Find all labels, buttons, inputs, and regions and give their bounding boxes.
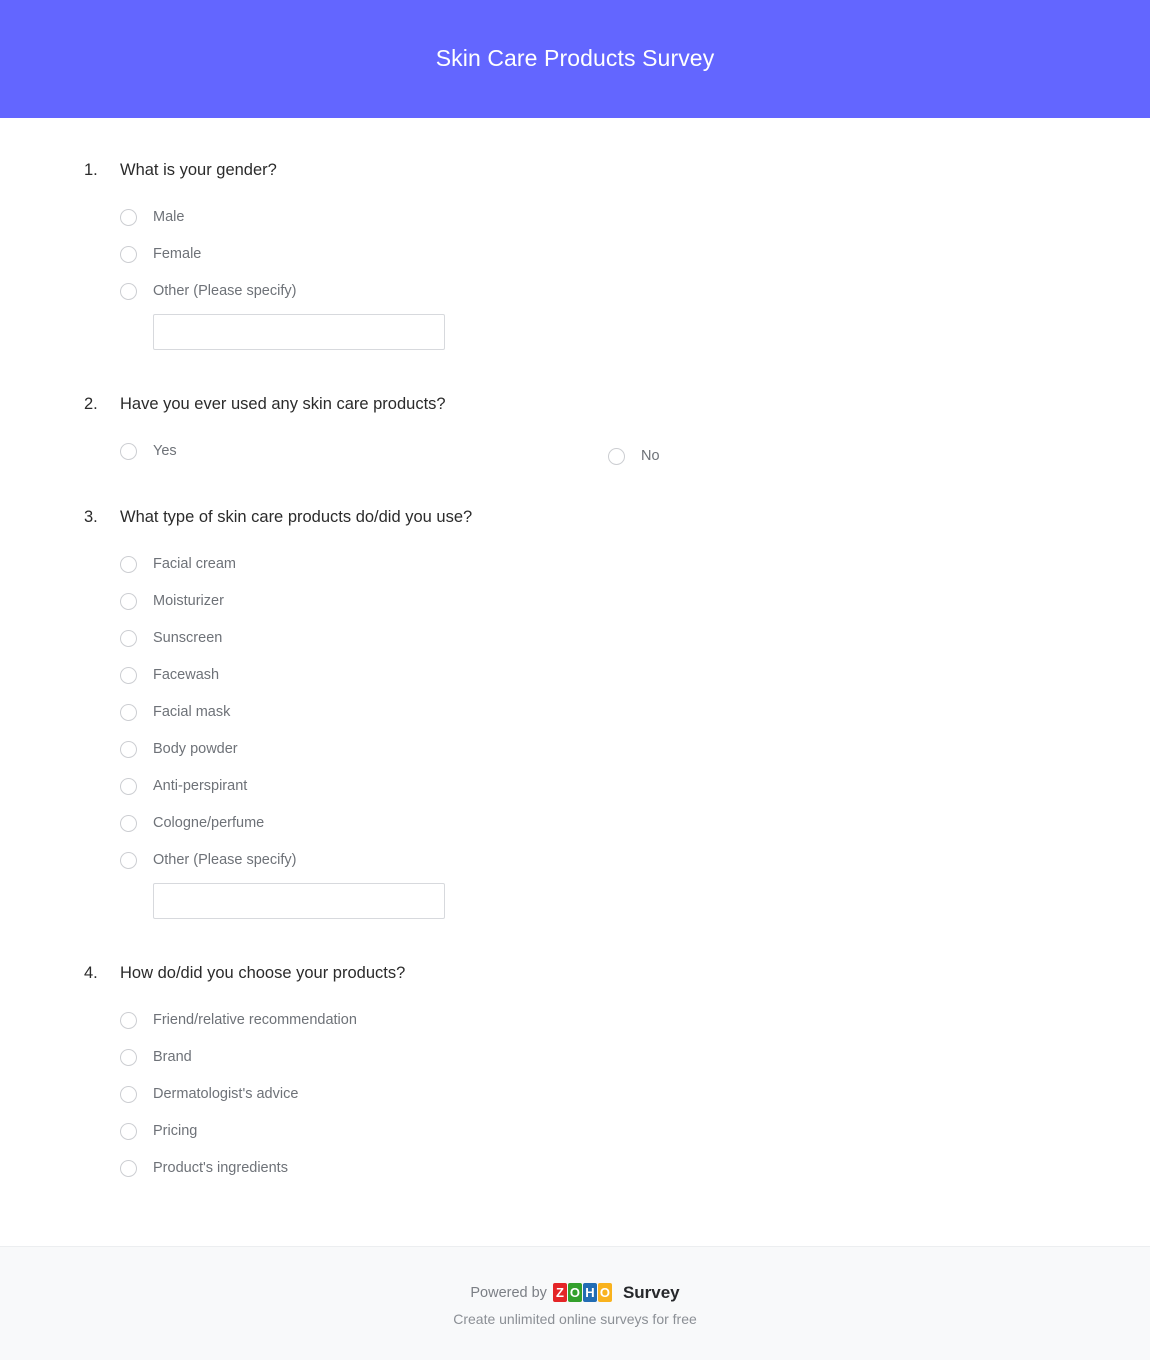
radio-option[interactable]: Facial mask (120, 698, 1150, 726)
radio-button-icon[interactable] (120, 740, 137, 758)
question-header: 2. Have you ever used any skin care produ… (84, 394, 1150, 415)
survey-title: Skin Care Products Survey (435, 45, 715, 72)
radio-option[interactable]: Anti-perspirant (120, 772, 1150, 800)
question-block: 2. Have you ever used any skin care produ… (0, 394, 1150, 474)
radio-option[interactable]: Dermatologist's advice (120, 1081, 1150, 1109)
question-block: 4. How do/did you choose your products? Fr… (0, 963, 1150, 1182)
radio-button-icon[interactable] (120, 777, 137, 795)
radio-option[interactable]: Facial cream (120, 550, 1150, 578)
radio-option[interactable]: Cologne/perfume (120, 809, 1150, 837)
question-block: 3. What type of skin care products do/did… (0, 507, 1150, 920)
radio-button-icon[interactable] (120, 443, 137, 461)
option-label: Brand (153, 1049, 192, 1066)
radio-option[interactable]: Pricing (120, 1118, 1150, 1146)
radio-button-icon[interactable] (120, 282, 137, 300)
radio-option[interactable]: Facewash (120, 661, 1150, 689)
option-label: Moisturizer (153, 592, 224, 609)
powered-by-row: Powered by ZOHO Survey (0, 1283, 1150, 1303)
question-number: 3. (84, 507, 98, 526)
option-label: Male (153, 209, 185, 226)
radio-option[interactable]: Friend/relative recommendation (120, 1007, 1150, 1035)
question-text: What type of skin care products do/did y… (120, 507, 473, 526)
powered-by-label: Powered by (470, 1284, 547, 1301)
option-label: No (641, 447, 660, 464)
question-block: 1. What is your gender? Male Female Other (P… (0, 160, 1150, 351)
survey-header-banner: Skin Care Products Survey (0, 0, 1150, 118)
radio-button-icon[interactable] (120, 555, 137, 573)
option-label: Facewash (153, 666, 220, 683)
radio-option[interactable]: Male (120, 203, 1150, 231)
zoho-letter-tile: Z (552, 1283, 567, 1303)
option-label: Cologne/perfume (153, 814, 265, 831)
radio-option[interactable]: Sunscreen (120, 624, 1150, 652)
radio-option[interactable]: Yes (120, 438, 608, 466)
radio-button-icon[interactable] (120, 666, 137, 684)
other-specify-input[interactable] (153, 883, 445, 920)
radio-button-icon[interactable] (608, 447, 625, 465)
option-label: Body powder (153, 740, 238, 757)
question-number: 4. (84, 964, 98, 983)
other-specify-input[interactable] (153, 314, 445, 351)
question-text: How do/did you choose your products? (120, 964, 406, 983)
question-number: 1. (84, 161, 98, 179)
radio-option[interactable]: Other (Please specify) (120, 846, 1150, 874)
radio-button-icon[interactable] (120, 1049, 137, 1067)
option-label: Female (153, 246, 202, 263)
other-input-wrapper (120, 314, 1150, 351)
radio-button-icon[interactable] (120, 814, 137, 832)
option-label: Facial cream (153, 555, 236, 572)
option-list: Friend/relative recommendation Brand Derma… (84, 1007, 1150, 1183)
radio-button-icon[interactable] (120, 1086, 137, 1104)
option-list: Yes No (84, 438, 1150, 475)
radio-option[interactable]: No (608, 438, 1096, 475)
zoho-letter-tile: O (597, 1283, 612, 1303)
radio-button-icon[interactable] (120, 1123, 137, 1141)
zoho-product-name: Survey (622, 1283, 680, 1303)
option-label: Facial mask (153, 703, 231, 720)
radio-option[interactable]: Body powder (120, 735, 1150, 763)
zoho-letter-tile: O (567, 1283, 582, 1303)
question-number: 2. (84, 395, 98, 414)
radio-button-icon[interactable] (120, 245, 137, 263)
radio-option[interactable]: Moisturizer (120, 587, 1150, 615)
option-label: Other (Please specify) (153, 283, 297, 300)
option-list: Facial cream Moisturizer Sunscreen Facewash… (84, 550, 1150, 920)
survey-questions-container: 1. What is your gender? Male Female Other (P… (0, 118, 1150, 1247)
question-header: 3. What type of skin care products do/did… (84, 507, 1150, 528)
option-label: Pricing (153, 1123, 198, 1140)
radio-option[interactable]: Brand (120, 1044, 1150, 1072)
radio-option[interactable]: Product's ingredients (120, 1155, 1150, 1183)
footer-tagline: Create unlimited online surveys for free (453, 1311, 697, 1328)
option-label: Yes (153, 443, 177, 460)
question-text: What is your gender? (120, 161, 277, 179)
other-input-wrapper (120, 883, 1150, 920)
question-header: 1. What is your gender? (84, 160, 1150, 181)
radio-option[interactable]: Other (Please specify) (120, 277, 1150, 305)
option-label: Dermatologist's advice (153, 1086, 299, 1103)
radio-button-icon[interactable] (120, 1160, 137, 1178)
survey-footer: Powered by ZOHO Survey Create unlimited … (0, 1246, 1150, 1360)
survey-page: Skin Care Products Survey 1. What is your… (0, 0, 1150, 1360)
option-label: Anti-perspirant (153, 777, 248, 794)
option-label: Other (Please specify) (153, 851, 297, 868)
option-label: Friend/relative recommendation (153, 1012, 357, 1029)
radio-button-icon[interactable] (120, 851, 137, 869)
option-label: Product's ingredients (153, 1160, 288, 1177)
radio-button-icon[interactable] (120, 1012, 137, 1030)
radio-button-icon[interactable] (120, 703, 137, 721)
question-text: Have you ever used any skin care product… (120, 395, 446, 414)
zoho-letter-tile: H (582, 1283, 597, 1303)
question-header: 4. How do/did you choose your products? (84, 963, 1150, 984)
option-label: Sunscreen (153, 629, 223, 646)
option-list: Male Female Other (Please specify) (84, 203, 1150, 351)
radio-button-icon[interactable] (120, 629, 137, 647)
radio-option[interactable]: Female (120, 240, 1150, 268)
radio-button-icon[interactable] (120, 208, 137, 226)
zoho-logo: ZOHO (552, 1283, 613, 1303)
radio-button-icon[interactable] (120, 592, 137, 610)
